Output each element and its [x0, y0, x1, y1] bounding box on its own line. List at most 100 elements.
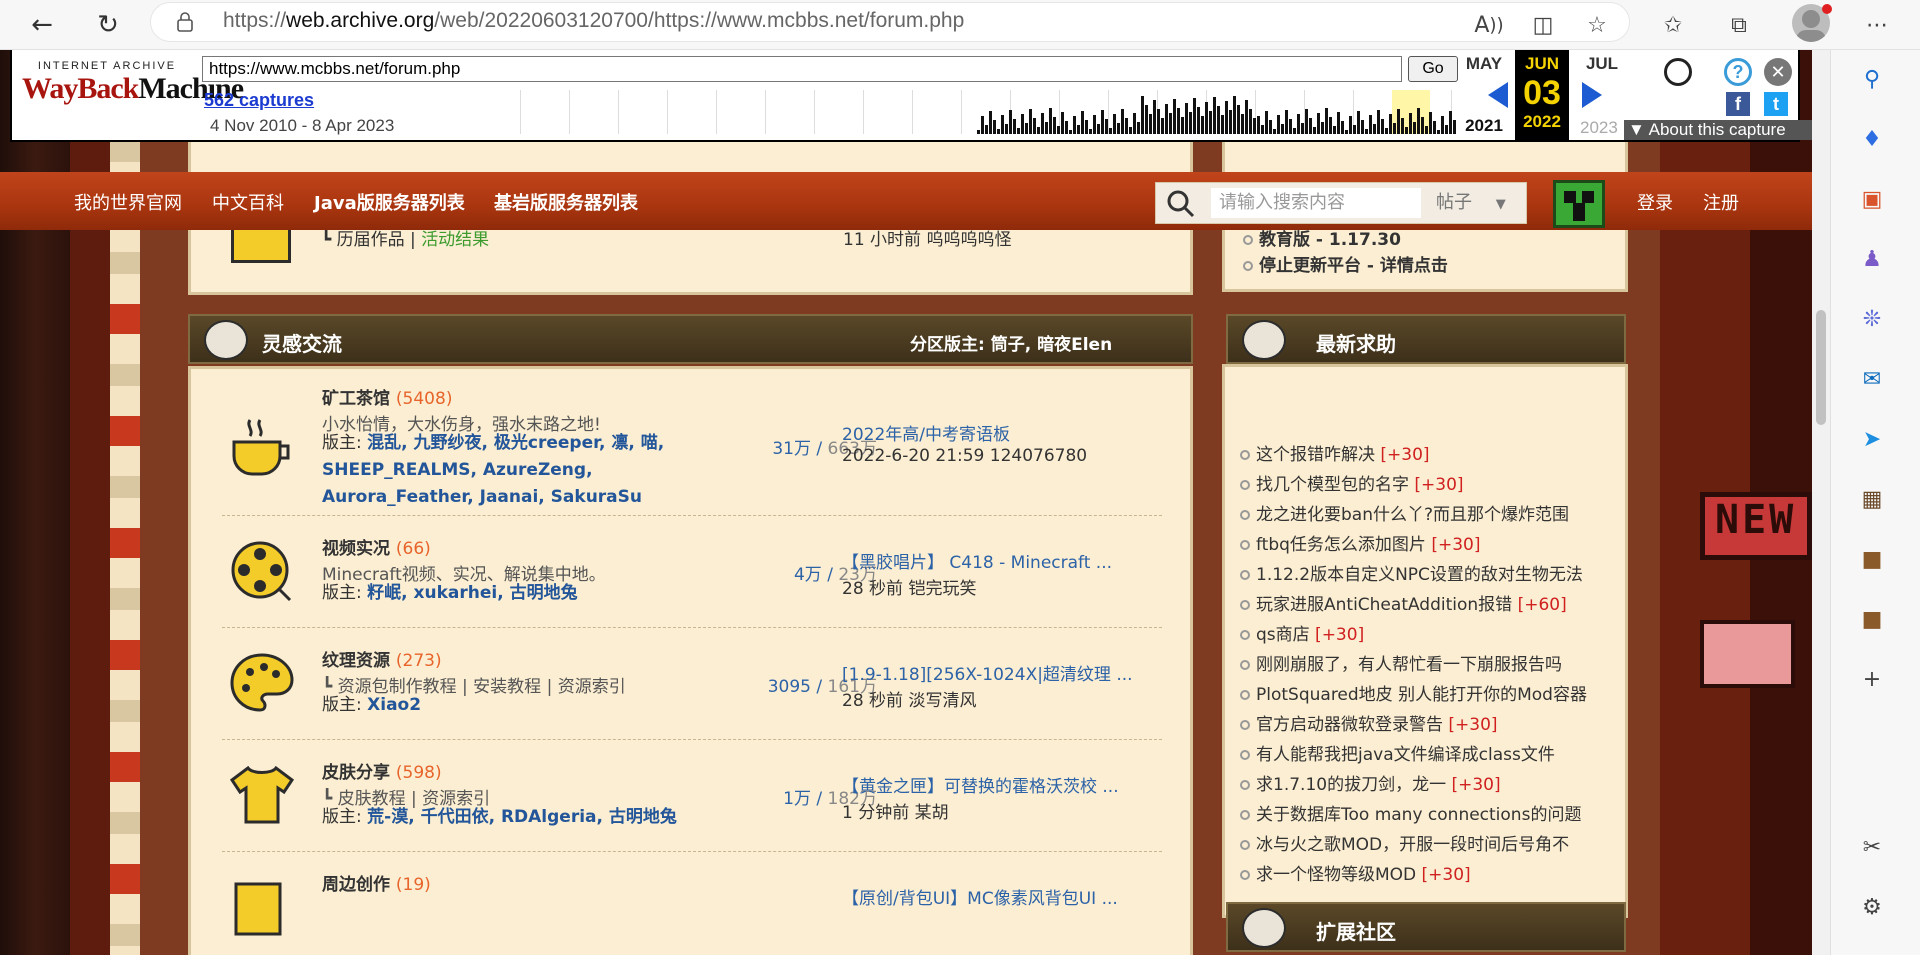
help-icon[interactable]: ?: [1724, 58, 1752, 86]
screenshot-icon[interactable]: ✂: [1855, 830, 1889, 864]
last-post-title[interactable]: 【原创/背包UI】MC像素风背包UI ...: [842, 884, 1118, 909]
forum-title[interactable]: 周边创作 (19): [322, 870, 431, 895]
history-link[interactable]: 历届作品: [337, 230, 405, 250]
add-favorite-icon[interactable]: ☆: [1580, 8, 1614, 42]
pencil-paper-icon[interactable]: [228, 874, 296, 940]
teacup-icon[interactable]: [228, 414, 296, 480]
collections-icon[interactable]: ⧉: [1722, 8, 1756, 42]
account-icon[interactable]: [1664, 58, 1692, 86]
twitter-icon[interactable]: t: [1764, 92, 1788, 116]
histogram-bar: [1381, 119, 1384, 134]
last-post-title[interactable]: 【黑胶唱片】 C418 - Minecraft ...: [842, 548, 1112, 573]
help-list-item[interactable]: 刚刚崩服了，有人帮忙看一下崩服报告吗: [1240, 650, 1562, 675]
forum-title[interactable]: 视频实况 (66): [322, 534, 431, 559]
help-list-item[interactable]: 求1.7.10的拔刀剑，龙一 [+30]: [1240, 770, 1501, 795]
help-list-item[interactable]: qs商店 [+30]: [1240, 620, 1364, 645]
histogram-bar: [1349, 116, 1352, 134]
add-icon[interactable]: +: [1855, 662, 1889, 696]
histogram-bar: [989, 111, 992, 134]
histogram-bar: [1085, 120, 1088, 134]
help-list-item[interactable]: 冰与火之歌MOD，开服一段时间后号角不: [1240, 830, 1569, 855]
wayback-url-input[interactable]: https://www.mcbbs.net/forum.php: [202, 56, 1402, 82]
histogram-bar: [1277, 115, 1280, 134]
close-icon[interactable]: ✕: [1764, 58, 1792, 86]
help-list-item[interactable]: 这个报错咋解决 [+30]: [1240, 440, 1430, 465]
last-post-title[interactable]: 2022年高/中考寄语板: [842, 420, 1010, 445]
send-icon[interactable]: ➤: [1855, 422, 1889, 456]
search-icon[interactable]: ⚲: [1855, 62, 1889, 96]
split-screen-icon[interactable]: ◫: [1526, 8, 1560, 42]
back-arrow-icon[interactable]: ←: [22, 5, 62, 45]
outlook-icon[interactable]: ✉: [1855, 362, 1889, 396]
reload-icon[interactable]: ↻: [88, 5, 128, 45]
help-list-item[interactable]: 龙之进化要ban什么丫?而且那个爆炸范围: [1240, 500, 1569, 525]
facebook-icon[interactable]: f: [1726, 92, 1750, 116]
section-title: 灵感交流: [262, 332, 342, 356]
nav-link-official[interactable]: 我的世界官网: [74, 189, 182, 215]
next-capture-arrow-icon[interactable]: [1582, 82, 1602, 108]
histogram-bar: [1285, 110, 1288, 134]
about-capture-dropdown[interactable]: ▼ About this capture: [1624, 120, 1812, 140]
login-link[interactable]: 登录: [1637, 189, 1673, 215]
scrollbar-thumb[interactable]: [1816, 310, 1826, 425]
help-list-item[interactable]: PlotSquared地皮 别人能打开你的Mod容器: [1240, 680, 1587, 705]
prev-year[interactable]: 2021: [1458, 116, 1510, 136]
register-link[interactable]: 注册: [1703, 189, 1739, 215]
creeper-avatar-icon[interactable]: [1553, 180, 1605, 228]
settings-gear-icon[interactable]: ⚙: [1855, 890, 1889, 924]
histogram-bar: [1209, 111, 1212, 134]
nav-link-bedrock-servers[interactable]: 基岩版服务器列表: [494, 189, 638, 215]
search-input[interactable]: 请输入搜索内容: [1211, 188, 1421, 218]
office-icon[interactable]: ❊: [1855, 302, 1889, 336]
activity-result-link[interactable]: 活动结果: [421, 230, 489, 250]
mcbbs-app-icon[interactable]: ▦: [1855, 482, 1889, 516]
help-list-item[interactable]: 1.12.2版本自定义NPC设置的敌对生物无法: [1240, 560, 1583, 585]
help-list-item[interactable]: 求一个怪物等级MOD [+30]: [1240, 860, 1471, 885]
prev-capture-arrow-icon[interactable]: [1488, 82, 1508, 108]
lock-icon[interactable]: [177, 12, 193, 32]
prev-month[interactable]: MAY: [1458, 54, 1510, 74]
capture-histogram[interactable]: [472, 90, 1472, 134]
side-info-item[interactable]: 停止更新平台 - 详情点击: [1243, 251, 1448, 276]
next-month[interactable]: JUL: [1576, 54, 1628, 74]
forum-title[interactable]: 纹理资源 (273): [322, 646, 442, 671]
tshirt-icon[interactable]: [228, 762, 296, 828]
captures-link[interactable]: 562 captures: [204, 90, 314, 111]
address-bar[interactable]: https://web.archive.org/web/202206031207…: [150, 2, 1630, 42]
histogram-bar: [1265, 111, 1268, 134]
help-list-item[interactable]: 玩家进服AntiCheatAddition报错 [+60]: [1240, 590, 1567, 615]
forum-title[interactable]: 矿工茶馆 (5408): [322, 384, 452, 409]
histogram-bar: [1305, 109, 1308, 134]
favorites-icon[interactable]: ✩: [1656, 8, 1690, 42]
help-list-item[interactable]: 有人能帮我把java文件编译成class文件: [1240, 740, 1555, 765]
page-scrollbar[interactable]: [1812, 50, 1830, 955]
search-type-select[interactable]: 帖子 ▼: [1436, 188, 1516, 218]
last-post-title[interactable]: 【黄金之匣】可替换的霍格沃茨校 ...: [842, 772, 1119, 797]
help-list-item[interactable]: 关于数据库Too many connections的问题: [1240, 800, 1581, 825]
help-list-item[interactable]: 官方启动器微软登录警告 [+30]: [1240, 710, 1498, 735]
url-text[interactable]: https://web.archive.org/web/202206031207…: [223, 9, 964, 33]
wayback-go-button[interactable]: Go: [1408, 56, 1458, 82]
wayback-logo[interactable]: INTERNET ARCHIVE WayBackMachine: [22, 60, 244, 130]
histogram-bar: [1109, 128, 1112, 134]
more-menu-icon[interactable]: ⋯: [1860, 8, 1894, 42]
shopping-tag-icon[interactable]: ♦: [1855, 122, 1889, 156]
nav-link-java-servers[interactable]: Java版服务器列表: [314, 189, 465, 215]
minecraft-block-icon-2[interactable]: ■: [1855, 602, 1889, 636]
help-panel-title: 最新求助: [1316, 332, 1396, 356]
histogram-bar: [1133, 113, 1136, 134]
histogram-bar: [1377, 110, 1380, 134]
last-post-title[interactable]: [1.9-1.18][256X-1024X|超清纹理 ...: [842, 660, 1133, 685]
search-icon[interactable]: [1166, 189, 1196, 219]
minecraft-block-icon[interactable]: ■: [1855, 542, 1889, 576]
histogram-bar: [1137, 122, 1140, 134]
games-icon[interactable]: ♟: [1855, 242, 1889, 276]
nav-link-wiki[interactable]: 中文百科: [212, 189, 284, 215]
film-reel-icon[interactable]: [228, 538, 296, 604]
palette-icon[interactable]: [228, 650, 296, 716]
help-list-item[interactable]: ftbq任务怎么添加图片 [+30]: [1240, 530, 1480, 555]
help-list-item[interactable]: 找几个模型包的名字 [+30]: [1240, 470, 1464, 495]
read-aloud-icon[interactable]: A)): [1472, 8, 1506, 42]
forum-title[interactable]: 皮肤分享 (598): [322, 758, 442, 783]
toolbox-icon[interactable]: ▣: [1855, 182, 1889, 216]
